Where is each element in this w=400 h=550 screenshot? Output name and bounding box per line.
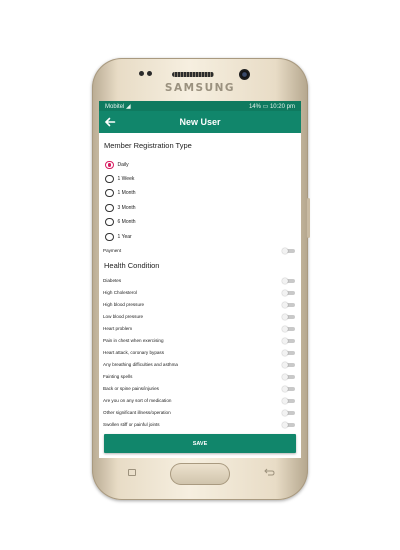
back-arrow-icon[interactable] xyxy=(104,114,116,130)
screen: Mobitel ◢ 14% ▭ 10:20 pm New User Member… xyxy=(99,101,301,458)
radio-button[interactable] xyxy=(105,188,114,198)
front-camera-icon xyxy=(239,69,250,80)
battery-icon: ▭ xyxy=(262,103,269,110)
health-item-chest-pain: Pain in chest when exercising xyxy=(99,335,301,346)
health-item-label: Heart attack, coronary bypass xyxy=(103,350,165,355)
back-key-icon[interactable] xyxy=(263,467,275,477)
health-toggle[interactable] xyxy=(282,410,295,416)
member-registration-title: Member Registration Type xyxy=(104,141,192,150)
clock: 10:20 pm xyxy=(269,103,295,110)
health-item-label: High blood pressure xyxy=(103,302,145,307)
carrier-name: Mobitel xyxy=(105,103,125,110)
health-item-back-pain: Back or spine pains/injuries xyxy=(99,383,301,394)
radio-button[interactable] xyxy=(105,203,114,213)
health-item-label: Heart problem xyxy=(103,326,133,331)
health-item-high-cholesterol: High Cholesterol xyxy=(99,287,301,298)
health-toggle[interactable] xyxy=(282,374,295,380)
health-toggle[interactable] xyxy=(282,302,295,308)
radio-label: 1 Week xyxy=(117,176,135,182)
health-item-diabetes: Diabetes xyxy=(99,275,301,286)
recent-apps-icon[interactable] xyxy=(128,469,136,476)
health-toggle[interactable] xyxy=(282,338,295,344)
health-toggle[interactable] xyxy=(282,290,295,296)
power-key xyxy=(307,198,310,238)
health-item-low-blood-pressure: Low blood pressure xyxy=(99,311,301,322)
radio-label: Daily xyxy=(117,162,129,168)
health-toggle[interactable] xyxy=(282,278,295,284)
health-item-label: Low blood pressure xyxy=(103,314,144,319)
home-button[interactable] xyxy=(170,463,230,485)
save-button[interactable]: SAVE xyxy=(104,434,296,453)
health-toggle[interactable] xyxy=(282,362,295,368)
status-bar: Mobitel ◢ 14% ▭ 10:20 pm xyxy=(99,101,301,111)
signal-icon: ◢ xyxy=(126,103,131,110)
health-item-label: High Cholesterol xyxy=(103,290,137,295)
page-title: New User xyxy=(179,117,221,127)
app-bar: New User xyxy=(99,111,301,133)
health-toggle[interactable] xyxy=(282,314,295,320)
health-toggle[interactable] xyxy=(282,422,295,428)
radio-label: 3 Month xyxy=(117,205,136,211)
radio-button[interactable] xyxy=(105,232,114,242)
health-condition-title: Health Condition xyxy=(104,261,160,270)
sensors xyxy=(139,71,152,76)
radio-button[interactable] xyxy=(105,174,114,184)
radio-option-3-month[interactable]: 3 Month xyxy=(105,203,136,213)
health-item-heart-attack: Heart attack, coronary bypass xyxy=(99,347,301,358)
health-item-joints: Swollen stiff or painful joints xyxy=(99,419,301,430)
health-item-label: Any breathing difficulties and asthma xyxy=(103,362,178,367)
health-toggle[interactable] xyxy=(282,350,295,356)
health-item-fainting: Fainting spells xyxy=(99,371,301,382)
radio-option-1-year[interactable]: 1 Year xyxy=(105,232,132,242)
earpiece-speaker xyxy=(172,72,214,77)
form-content[interactable]: Member Registration Type Daily 1 Week 1 … xyxy=(99,133,301,458)
health-item-medication: Are you on any sort of medication xyxy=(99,395,301,406)
health-item-label: Diabetes xyxy=(103,278,122,283)
health-item-high-blood-pressure: High blood pressure xyxy=(99,299,301,310)
radio-label: 6 Month xyxy=(117,219,136,225)
radio-option-1-month[interactable]: 1 Month xyxy=(105,188,136,198)
payment-row: Payment xyxy=(99,245,301,256)
health-item-label: Fainting spells xyxy=(103,374,133,379)
health-item-label: Are you on any sort of medication xyxy=(103,398,172,403)
health-item-label: Swollen stiff or painful joints xyxy=(103,422,160,427)
radio-button[interactable] xyxy=(105,160,114,170)
phone-frame: SAMSUNG Mobitel ◢ 14% ▭ 10:20 pm New Use… xyxy=(92,58,310,500)
radio-option-daily[interactable]: Daily xyxy=(105,160,129,170)
radio-button[interactable] xyxy=(105,217,114,227)
health-item-label: Back or spine pains/injuries xyxy=(103,386,159,391)
health-item-label: Pain in chest when exercising xyxy=(103,338,164,343)
health-item-breathing: Any breathing difficulties and asthma xyxy=(99,359,301,370)
radio-label: 1 Year xyxy=(117,234,132,240)
health-toggle[interactable] xyxy=(282,386,295,392)
health-toggle[interactable] xyxy=(282,326,295,332)
radio-label: 1 Month xyxy=(117,190,136,196)
health-item-label: Other significant illness/operation xyxy=(103,410,171,415)
payment-label: Payment xyxy=(103,248,122,253)
payment-toggle[interactable] xyxy=(282,248,295,254)
health-toggle[interactable] xyxy=(282,398,295,404)
radio-option-1-week[interactable]: 1 Week xyxy=(105,174,134,184)
device-brand: SAMSUNG xyxy=(164,82,236,94)
battery-level: 14% xyxy=(248,103,261,110)
health-item-other-illness: Other significant illness/operation xyxy=(99,407,301,418)
health-item-heart-problem: Heart problem xyxy=(99,323,301,334)
radio-option-6-month[interactable]: 6 Month xyxy=(105,217,136,227)
